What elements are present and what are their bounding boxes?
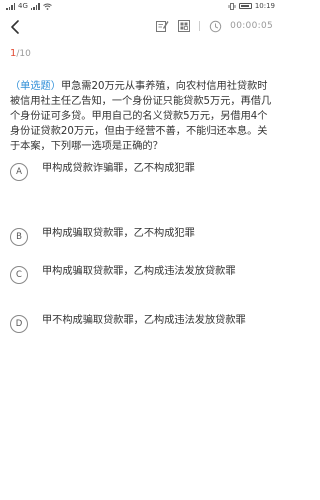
question-progress: 1/10 — [10, 48, 31, 59]
toolbar: 00:00:05 — [0, 14, 281, 40]
option-letter: B — [10, 228, 28, 246]
toolbar-divider — [199, 21, 201, 31]
battery-icon — [238, 3, 252, 9]
progress-total: /10 — [16, 49, 31, 59]
status-left: 4G — [6, 2, 52, 10]
option-c[interactable]: C 甲构成骗取贷款罪，乙构成违法发放贷款罪 — [10, 265, 272, 284]
option-a[interactable]: A 甲构成贷款诈骗罪，乙不构成犯罪 — [10, 162, 272, 181]
timer-text: 00:00:05 — [230, 21, 273, 31]
back-arrow-icon — [11, 20, 19, 34]
wifi-icon — [43, 3, 52, 10]
option-b[interactable]: B 甲构成骗取贷款罪，乙不构成犯罪 — [10, 227, 272, 246]
status-time: 10:19 — [254, 2, 275, 10]
status-bar: 4G 10:19 — [0, 0, 281, 12]
option-letter: D — [10, 315, 28, 333]
timer-button[interactable] — [208, 19, 222, 33]
vibrate-icon — [228, 2, 236, 10]
option-text: 甲构成骗取贷款罪，乙不构成犯罪 — [42, 228, 195, 239]
status-right: 10:19 — [228, 2, 275, 10]
question-stem: （单选题）甲急需20万元从事养殖，向农村信用社贷款时被信用社主任乙告知，一个身份… — [10, 80, 272, 155]
option-letter: A — [10, 163, 28, 181]
question-type: （单选题） — [10, 81, 61, 92]
option-letter: C — [10, 266, 28, 284]
answer-sheet-button[interactable] — [177, 19, 191, 33]
option-text: 甲构成骗取贷款罪，乙构成违法发放贷款罪 — [42, 266, 236, 277]
clock-icon — [209, 20, 221, 32]
edit-note-icon — [156, 21, 169, 32]
signal-icon-2 — [30, 2, 40, 10]
option-text: 甲构成贷款诈骗罪，乙不构成犯罪 — [42, 163, 195, 174]
answer-sheet-icon — [178, 20, 191, 32]
toolbar-actions: 00:00:05 — [155, 19, 273, 33]
option-text: 甲不构成骗取贷款罪，乙构成违法发放贷款罪 — [42, 315, 246, 326]
signal-icon — [6, 2, 15, 10]
back-button[interactable] — [6, 18, 24, 36]
edit-note-button[interactable] — [155, 19, 169, 33]
option-d[interactable]: D 甲不构成骗取贷款罪，乙构成违法发放贷款罪 — [10, 314, 272, 333]
network-label: 4G — [18, 2, 28, 10]
